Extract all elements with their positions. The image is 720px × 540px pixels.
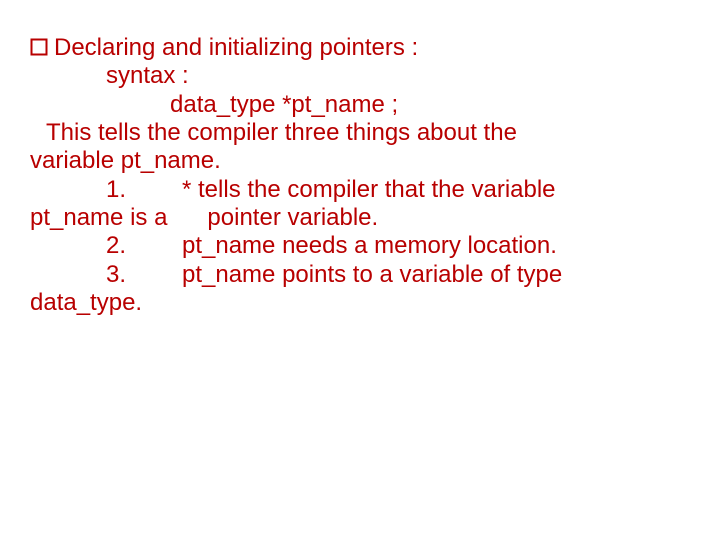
title-text: Declaring and initializing pointers : (54, 34, 418, 62)
point-1-number: 1. (106, 176, 182, 204)
point-2-text: pt_name needs a memory location. (182, 232, 557, 259)
point-3-line: 3.pt_name points to a variable of type (106, 261, 690, 289)
point-3-number: 3. (106, 261, 182, 289)
syntax-label: syntax : (106, 62, 189, 89)
point-1-continuation: pt_name is a pointer variable. (30, 204, 690, 232)
slide-content: Declaring and initializing pointers : sy… (30, 34, 690, 317)
intro-line-1: This tells the compiler three things abo… (46, 119, 690, 147)
point-3-continuation: data_type. (30, 289, 690, 317)
point-1-line: 1.* tells the compiler that the variable (106, 176, 690, 204)
square-bullet-icon (30, 38, 48, 56)
point-3-text: pt_name points to a variable of type (182, 261, 562, 288)
point-2-line: 2.pt_name needs a memory location. (106, 232, 690, 260)
point-1-cont-text: pt_name is a pointer variable. (30, 204, 378, 231)
syntax-label-line: syntax : (106, 62, 690, 90)
syntax-code-line: data_type *pt_name ; (170, 91, 690, 119)
point-3-cont-text: data_type. (30, 289, 142, 316)
intro-text-2: variable pt_name. (30, 147, 221, 174)
intro-text-1: This tells the compiler three things abo… (46, 119, 517, 146)
slide: Declaring and initializing pointers : sy… (0, 0, 720, 540)
point-1-text: * tells the compiler that the variable (182, 176, 556, 203)
syntax-code: data_type *pt_name ; (170, 91, 398, 118)
point-2-number: 2. (106, 232, 182, 260)
title-line: Declaring and initializing pointers : (30, 34, 690, 62)
intro-line-2: variable pt_name. (30, 147, 690, 175)
